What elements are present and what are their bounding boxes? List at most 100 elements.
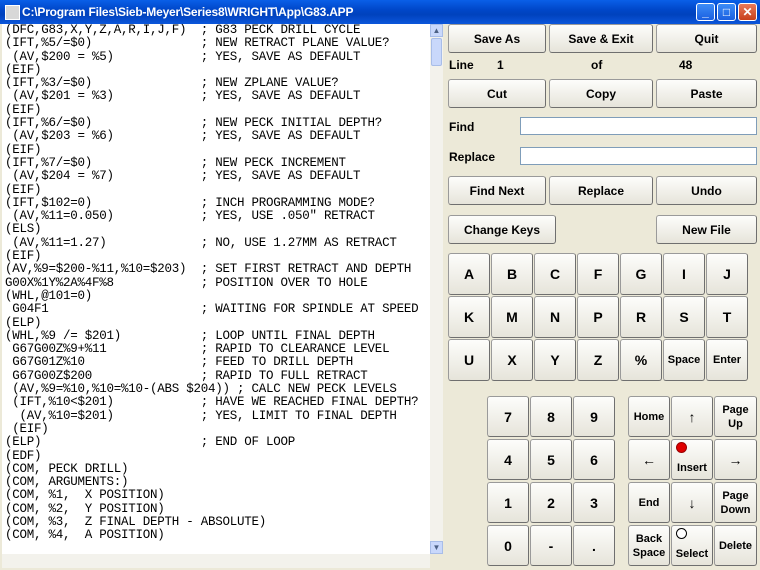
key-r[interactable]: R	[620, 296, 662, 338]
copy-button[interactable]: Copy	[549, 79, 653, 108]
key-n[interactable]: N	[534, 296, 576, 338]
page-up-button[interactable]: Page Up	[714, 396, 757, 437]
scroll-thumb[interactable]	[431, 38, 442, 66]
save-exit-button[interactable]: Save & Exit	[549, 24, 653, 53]
key-0[interactable]: 0	[487, 525, 529, 566]
code-line[interactable]: (COM, ARGUMENTS:)	[5, 475, 430, 489]
select-button[interactable]: Select	[671, 525, 713, 566]
code-line[interactable]: (AV,$200 = %5) ; YES, SAVE AS DEFAULT	[5, 50, 430, 64]
insert-button[interactable]: Insert	[671, 439, 713, 480]
code-line[interactable]: (ELS)	[5, 223, 430, 237]
code-line[interactable]: (ELP)	[5, 316, 430, 330]
key-7[interactable]: 7	[487, 396, 529, 437]
code-line[interactable]: G67G00Z$200 ; RAPID TO FULL RETRACT	[5, 369, 430, 383]
paste-button[interactable]: Paste	[656, 79, 757, 108]
cut-button[interactable]: Cut	[448, 79, 546, 108]
delete-button[interactable]: Delete	[714, 525, 757, 566]
key-m[interactable]: M	[491, 296, 533, 338]
key-period[interactable]: .	[573, 525, 615, 566]
key-2[interactable]: 2	[530, 482, 572, 523]
code-line[interactable]: (IFT,%3/=$0) ; NEW ZPLANE VALUE?	[5, 76, 430, 90]
key-9[interactable]: 9	[573, 396, 615, 437]
code-line[interactable]: G00X%1Y%2A%4F%8 ; POSITION OVER TO HOLE	[5, 276, 430, 290]
key-3[interactable]: 3	[573, 482, 615, 523]
new-file-button[interactable]: New File	[656, 215, 757, 244]
key-i[interactable]: I	[663, 253, 705, 295]
key-c[interactable]: C	[534, 253, 576, 295]
code-line[interactable]: (EIF)	[5, 63, 430, 77]
key-5[interactable]: 5	[530, 439, 572, 480]
minimize-icon[interactable]: _	[696, 3, 715, 21]
up-arrow-button[interactable]: ↑	[671, 396, 713, 437]
horizontal-scrollbar[interactable]	[2, 554, 430, 568]
replace-button[interactable]: Replace	[549, 176, 653, 205]
code-line[interactable]: (IFT,%10<$201) ; HAVE WE REACHED FINAL D…	[5, 396, 430, 410]
key-b[interactable]: B	[491, 253, 533, 295]
key-p[interactable]: P	[577, 296, 619, 338]
down-arrow-button[interactable]: ↓	[671, 482, 713, 523]
code-line[interactable]: (DFC,G83,X,Y,Z,A,R,I,J,F) ; G83 PECK DRI…	[5, 24, 430, 37]
key-z[interactable]: Z	[577, 339, 619, 381]
key-8[interactable]: 8	[530, 396, 572, 437]
code-line[interactable]: (EIF)	[5, 183, 430, 197]
code-line[interactable]: (ELP) ; END OF LOOP	[5, 435, 430, 449]
scroll-down-icon[interactable]: ▼	[430, 541, 443, 554]
key-a[interactable]: A	[448, 253, 490, 295]
key-x[interactable]: X	[491, 339, 533, 381]
key-j[interactable]: J	[706, 253, 748, 295]
code-line[interactable]: (AV,$204 = %7) ; YES, SAVE AS DEFAULT	[5, 169, 430, 183]
back-space-button[interactable]: Back Space	[628, 525, 670, 566]
scroll-up-icon[interactable]: ▲	[430, 24, 443, 37]
code-line[interactable]: (WHL,@101=0)	[5, 289, 430, 303]
code-line[interactable]: (AV,%11=0.050) ; YES, USE .050" RETRACT	[5, 209, 430, 223]
code-line[interactable]: (COM, %1, X POSITION)	[5, 489, 430, 503]
code-line[interactable]: G67G01Z%10 ; FEED TO DRILL DEPTH	[5, 356, 430, 370]
right-arrow-button[interactable]: →	[714, 439, 757, 480]
quit-button[interactable]: Quit	[656, 24, 757, 53]
change-keys-button[interactable]: Change Keys	[448, 215, 556, 244]
key-u[interactable]: U	[448, 339, 490, 381]
code-line[interactable]: G04F1 ; WAITING FOR SPINDLE AT SPEED	[5, 302, 430, 316]
find-next-button[interactable]: Find Next	[448, 176, 546, 205]
close-icon[interactable]: ✕	[738, 3, 757, 21]
code-line[interactable]: (IFT,$102=0) ; INCH PROGRAMMING MODE?	[5, 196, 430, 210]
code-line[interactable]: (EIF)	[5, 143, 430, 157]
code-line[interactable]: (WHL,%9 /= $201) ; LOOP UNTIL FINAL DEPT…	[5, 329, 430, 343]
key-percent[interactable]: %	[620, 339, 662, 381]
code-line[interactable]: (EIF)	[5, 249, 430, 263]
code-line[interactable]: (IFT,%6/=$0) ; NEW PECK INITIAL DEPTH?	[5, 116, 430, 130]
save-as-button[interactable]: Save As	[448, 24, 546, 53]
key-g[interactable]: G	[620, 253, 662, 295]
code-line[interactable]: (IFT,%7/=$0) ; NEW PECK INCREMENT	[5, 156, 430, 170]
find-input[interactable]	[520, 117, 757, 135]
code-line[interactable]: (AV,%9=$200-%11,%10=$203) ; SET FIRST RE…	[5, 263, 430, 277]
code-line[interactable]: G67G00Z%9+%11 ; RAPID TO CLEARANCE LEVEL	[5, 342, 430, 356]
key-space[interactable]: Space	[663, 339, 705, 381]
code-line[interactable]: (EIF)	[5, 103, 430, 117]
key-t[interactable]: T	[706, 296, 748, 338]
code-line[interactable]: (COM, %4, A POSITION)	[5, 528, 430, 542]
key-1[interactable]: 1	[487, 482, 529, 523]
key-s[interactable]: S	[663, 296, 705, 338]
code-line[interactable]: (COM, PECK DRILL)	[5, 462, 430, 476]
page-down-button[interactable]: Page Down	[714, 482, 757, 523]
code-line[interactable]: (IFT,%5/=$0) ; NEW RETRACT PLANE VALUE?	[5, 36, 430, 50]
code-line[interactable]: (AV,%9=%10,%10=%10-(ABS $204)) ; CALC NE…	[5, 382, 430, 396]
key-f[interactable]: F	[577, 253, 619, 295]
key-y[interactable]: Y	[534, 339, 576, 381]
code-line[interactable]: (AV,%10=$201) ; YES, LIMIT TO FINAL DEPT…	[5, 409, 430, 423]
maximize-icon[interactable]: □	[717, 3, 736, 21]
vertical-scrollbar[interactable]: ▲ ▼	[430, 24, 443, 554]
code-text[interactable]: (DFC,G83,X,Y,Z,A,R,I,J,F) ; G83 PECK DRI…	[2, 24, 430, 543]
code-line[interactable]: (COM, %3, Z FINAL DEPTH - ABSOLUTE)	[5, 515, 430, 529]
left-arrow-button[interactable]: ←	[628, 439, 670, 480]
key-6[interactable]: 6	[573, 439, 615, 480]
code-line[interactable]: (AV,$201 = %3) ; YES, SAVE AS DEFAULT	[5, 90, 430, 104]
code-line[interactable]: (AV,%11=1.27) ; NO, USE 1.27MM AS RETRAC…	[5, 236, 430, 250]
key-minus[interactable]: -	[530, 525, 572, 566]
end-button[interactable]: End	[628, 482, 670, 523]
key-enter[interactable]: Enter	[706, 339, 748, 381]
code-line[interactable]: (COM, %2, Y POSITION)	[5, 502, 430, 516]
code-line[interactable]: (EIF)	[5, 422, 430, 436]
code-editor[interactable]: (DFC,G83,X,Y,Z,A,R,I,J,F) ; G83 PECK DRI…	[2, 24, 430, 554]
